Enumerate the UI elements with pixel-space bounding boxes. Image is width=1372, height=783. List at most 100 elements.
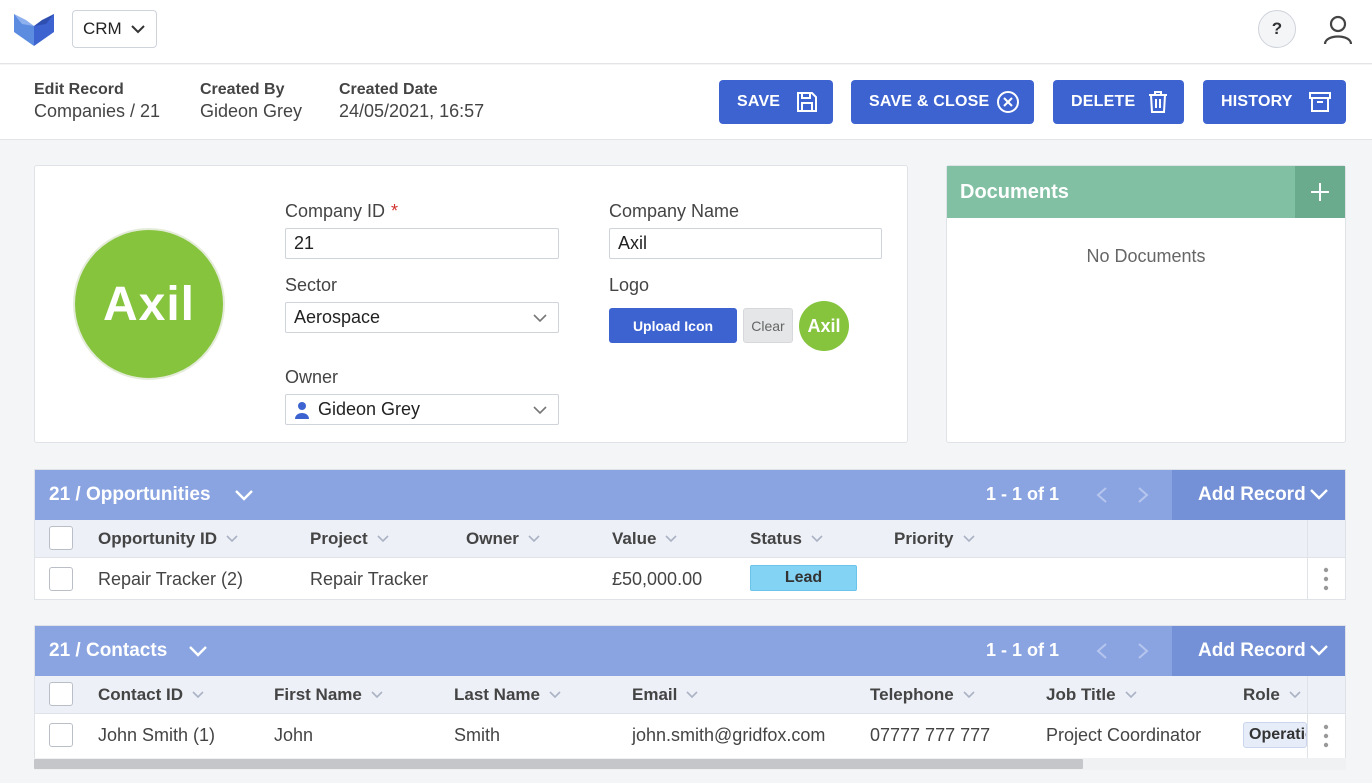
column-header-opportunity-id[interactable]: Opportunity ID	[98, 529, 239, 549]
job-title-cell: Project Coordinator	[1046, 725, 1202, 745]
contacts-add-record-button[interactable]: Add Record	[1172, 626, 1345, 676]
created-by-label: Created By	[200, 81, 285, 98]
add-record-label: Add Record	[1198, 640, 1306, 661]
column-header-label: Email	[632, 685, 678, 704]
chevron-down-icon	[533, 314, 547, 323]
delete-button-label: DELETE	[1071, 93, 1136, 110]
delete-button[interactable]: DELETE	[1053, 80, 1184, 124]
column-header-label: Job Title	[1046, 685, 1116, 704]
user-account-icon[interactable]	[1322, 14, 1354, 46]
column-header-job-title[interactable]: Job Title	[1046, 685, 1138, 705]
contacts-grid: 21 / Contacts 1 - 1 of 1 Add Record Cont…	[34, 625, 1346, 759]
add-document-button[interactable]	[1295, 166, 1345, 218]
company-id-value: 21	[294, 233, 315, 253]
first-name-cell: John	[274, 725, 314, 745]
save-and-close-button[interactable]: SAVE & CLOSE	[851, 80, 1034, 124]
company-id-label-text: Company ID	[285, 201, 386, 221]
opportunities-grid: 21 / Opportunities 1 - 1 of 1 Add Record…	[34, 469, 1346, 600]
company-avatar: Axil	[73, 228, 225, 380]
column-header-role[interactable]: Role	[1243, 685, 1302, 705]
sector-select[interactable]: Aerospace	[285, 302, 559, 333]
column-header-status[interactable]: Status	[750, 529, 824, 549]
sort-chevron-icon	[811, 535, 823, 543]
save-close-button-label: SAVE & CLOSE	[869, 93, 990, 110]
chevron-down-icon[interactable]	[234, 488, 254, 502]
role-chip: Operations	[1243, 722, 1307, 748]
plus-icon	[1311, 183, 1329, 201]
company-avatar-text: Axil	[102, 277, 196, 331]
documents-panel: Documents No Documents	[946, 165, 1346, 443]
column-header-email[interactable]: Email	[632, 685, 699, 705]
sort-chevron-icon	[686, 691, 698, 699]
opportunities-add-record-button[interactable]: Add Record	[1172, 470, 1345, 520]
created-by-meta: Created By Gideon Grey	[200, 81, 302, 122]
status-badge: Lead	[750, 565, 857, 591]
floppy-disk-icon	[797, 92, 817, 112]
contacts-pager: 1 - 1 of 1	[986, 640, 1060, 660]
company-name-input[interactable]: Axil	[609, 228, 882, 259]
trash-icon	[1149, 91, 1167, 113]
more-options-icon[interactable]	[1323, 724, 1329, 748]
contact-id-cell[interactable]: John Smith (1)	[98, 725, 215, 746]
upload-icon-button[interactable]: Upload Icon	[609, 308, 737, 343]
help-label: ?	[1271, 19, 1283, 38]
company-id-input[interactable]: 21	[285, 228, 559, 259]
edit-record-label: Edit Record	[34, 81, 124, 98]
chevron-down-icon	[131, 25, 145, 34]
owner-value: Gideon Grey	[318, 399, 421, 419]
column-header-value[interactable]: Value	[612, 529, 678, 549]
chevron-down-icon[interactable]	[188, 644, 208, 658]
contacts-title[interactable]: 21 / Contacts	[49, 640, 167, 662]
table-row[interactable]: Repair Tracker (2) Repair Tracker £50,00…	[35, 558, 1345, 599]
column-header-label: First Name	[274, 685, 362, 704]
save-button[interactable]: SAVE	[719, 80, 833, 124]
value-cell: £50,000.00	[612, 569, 703, 589]
history-button-label: HISTORY	[1221, 93, 1293, 110]
role-chip-label: Operations	[1249, 726, 1306, 743]
history-button[interactable]: HISTORY	[1203, 80, 1346, 124]
column-header-contact-id[interactable]: Contact ID	[98, 685, 205, 705]
column-header-telephone[interactable]: Telephone	[870, 685, 976, 705]
column-header-owner[interactable]: Owner	[466, 529, 541, 549]
clear-logo-button[interactable]: Clear	[743, 308, 793, 343]
more-options-icon[interactable]	[1323, 567, 1329, 591]
gridfox-logo-icon[interactable]	[14, 12, 54, 48]
contacts-column-header-row: Contact ID First Name Last Name Email Te…	[35, 676, 1345, 714]
sort-chevron-icon	[962, 535, 975, 543]
column-header-label: Project	[310, 529, 368, 548]
column-header-label: Priority	[894, 529, 954, 548]
chevron-left-icon[interactable]	[1095, 642, 1109, 660]
row-checkbox[interactable]	[49, 723, 73, 747]
app-selector[interactable]: CRM	[72, 10, 157, 48]
select-all-checkbox[interactable]	[49, 526, 73, 550]
chevron-left-icon[interactable]	[1095, 486, 1109, 504]
column-header-label: Contact ID	[98, 685, 183, 704]
sector-value: Aerospace	[294, 307, 381, 327]
table-row[interactable]: John Smith (1) John Smith john.smith@gri…	[35, 714, 1345, 756]
company-name-label: Company Name	[609, 201, 740, 221]
company-id-label: Company ID *	[285, 201, 398, 222]
documents-title: Documents	[960, 181, 1069, 203]
sort-chevron-icon	[665, 535, 677, 543]
opportunities-title[interactable]: 21 / Opportunities	[49, 484, 211, 506]
column-header-project[interactable]: Project	[310, 529, 390, 549]
sort-chevron-icon	[963, 691, 975, 699]
owner-select[interactable]: Gideon Grey	[285, 394, 559, 425]
chevron-right-icon[interactable]	[1136, 642, 1150, 660]
select-all-checkbox[interactable]	[49, 682, 73, 706]
horizontal-scrollbar-thumb[interactable]	[34, 759, 1083, 769]
column-header-label: Status	[750, 529, 802, 548]
column-header-priority[interactable]: Priority	[894, 529, 976, 549]
sort-chevron-icon	[1125, 691, 1137, 699]
column-header-label: Owner	[466, 529, 519, 548]
column-header-label: Telephone	[870, 685, 954, 704]
chevron-down-icon	[1310, 645, 1328, 656]
contacts-grid-header: 21 / Contacts 1 - 1 of 1 Add Record	[35, 626, 1345, 676]
help-button[interactable]: ?	[1258, 10, 1296, 48]
row-checkbox[interactable]	[49, 567, 73, 591]
chevron-right-icon[interactable]	[1136, 486, 1150, 504]
column-header-first-name[interactable]: First Name	[274, 685, 384, 705]
required-marker: *	[391, 201, 399, 221]
opportunity-id-cell[interactable]: Repair Tracker (2)	[98, 569, 243, 590]
column-header-last-name[interactable]: Last Name	[454, 685, 562, 705]
